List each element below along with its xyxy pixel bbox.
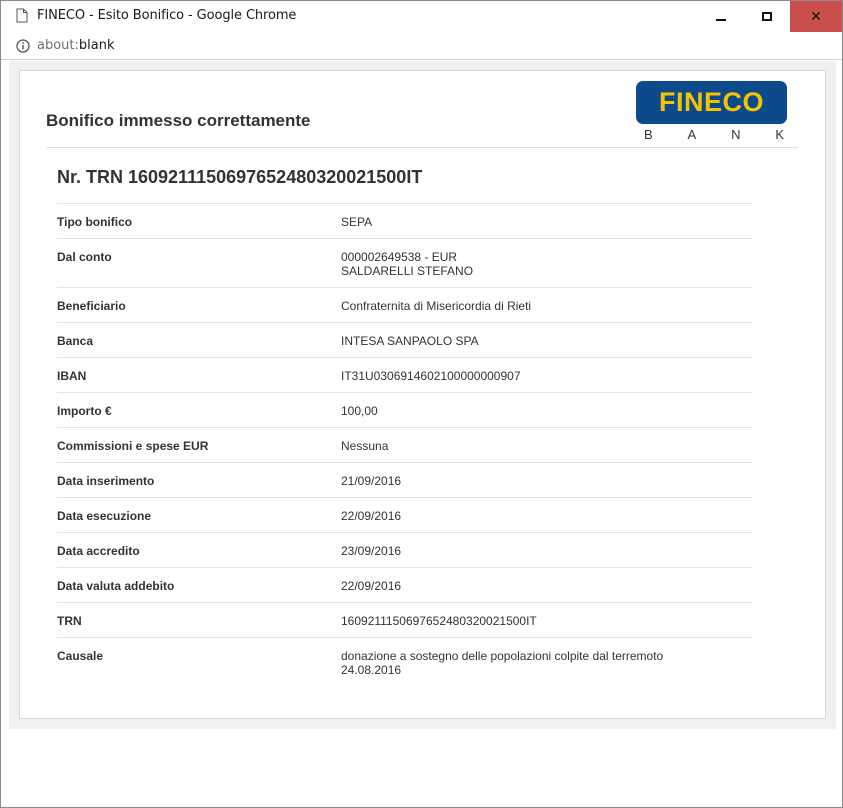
detail-value: Nessuna xyxy=(341,439,389,453)
browser-window: FINECO - Esito Bonifico - Google Chrome … xyxy=(0,0,843,808)
maximize-button[interactable] xyxy=(744,1,790,32)
logo-letter: N xyxy=(731,127,741,142)
url-scheme: about: xyxy=(37,38,79,53)
detail-row: Dal conto 000002649538 - EUR SALDARELLI S… xyxy=(57,238,753,287)
detail-label: TRN xyxy=(57,614,82,628)
detail-row: Beneficiario Confraternita di Misericord… xyxy=(57,287,753,322)
close-button[interactable]: ✕ xyxy=(790,1,842,32)
page-icon xyxy=(16,8,28,23)
minimize-icon xyxy=(716,18,726,21)
detail-row: Causale donazione a sostegno delle popol… xyxy=(57,637,753,686)
detail-value: IT31U0306914602100000000907 xyxy=(341,369,521,383)
trn-heading: Nr. TRN 1609211150697652480320021500IT xyxy=(57,167,423,187)
info-icon[interactable] xyxy=(16,39,30,53)
detail-value: 1609211150697652480320021500IT xyxy=(341,614,537,628)
detail-row: Tipo bonifico SEPA xyxy=(57,203,753,238)
detail-label: Importo € xyxy=(57,404,112,418)
detail-row: Data inserimento 21/09/2016 xyxy=(57,462,753,497)
detail-label: Data esecuzione xyxy=(57,509,152,523)
detail-value: INTESA SANPAOLO SPA xyxy=(341,334,479,348)
logo-letter: K xyxy=(775,127,784,142)
detail-label: Commissioni e spese EUR xyxy=(57,439,209,453)
url-text[interactable]: about:blank xyxy=(37,38,115,53)
transfer-result-panel: Bonifico immesso correttamente FINECO B … xyxy=(19,70,826,719)
page-viewport: Bonifico immesso correttamente FINECO B … xyxy=(9,61,836,801)
detail-label: Beneficiario xyxy=(57,299,126,313)
detail-label: IBAN xyxy=(57,369,87,383)
transfer-details: Tipo bonifico SEPA Dal conto 00000264953… xyxy=(57,203,753,686)
detail-value: 000002649538 - EUR SALDARELLI STEFANO xyxy=(341,250,474,278)
detail-row: Data accredito 23/09/2016 xyxy=(57,532,753,567)
address-bar[interactable]: about:blank xyxy=(1,32,842,60)
detail-label: Banca xyxy=(57,334,94,348)
logo-letter: B xyxy=(644,127,653,142)
detail-row: Commissioni e spese EUR Nessuna xyxy=(57,427,753,462)
detail-value: donazione a sostegno delle popolazioni c… xyxy=(341,649,664,677)
page-title: Bonifico immesso correttamente xyxy=(46,111,311,130)
detail-label: Data inserimento xyxy=(57,474,155,488)
detail-value: 23/09/2016 xyxy=(341,544,402,558)
url-path: blank xyxy=(78,38,115,53)
detail-row: TRN 1609211150697652480320021500IT xyxy=(57,602,753,637)
detail-row: Data valuta addebito 22/09/2016 xyxy=(57,567,753,602)
detail-row: Data esecuzione 22/09/2016 xyxy=(57,497,753,532)
maximize-icon xyxy=(762,12,772,21)
detail-row: IBAN IT31U0306914602100000000907 xyxy=(57,357,753,392)
detail-value: 22/09/2016 xyxy=(341,509,402,523)
window-title: FINECO - Esito Bonifico - Google Chrome xyxy=(37,8,297,23)
detail-value: SEPA xyxy=(341,215,373,229)
detail-label: Data valuta addebito xyxy=(57,579,175,593)
title-bar[interactable]: FINECO - Esito Bonifico - Google Chrome … xyxy=(1,1,842,32)
logo-subtitle: B A N K xyxy=(644,127,784,142)
detail-label: Dal conto xyxy=(57,250,112,264)
minimize-button[interactable] xyxy=(698,1,744,32)
detail-value: 22/09/2016 xyxy=(341,579,402,593)
detail-row: Banca INTESA SANPAOLO SPA xyxy=(57,322,753,357)
logo-letter: A xyxy=(687,127,697,142)
close-icon: ✕ xyxy=(810,8,822,25)
detail-value: 100,00 xyxy=(341,404,378,418)
detail-value: Confraternita di Misericordia di Rieti xyxy=(341,299,532,313)
fineco-bank-logo: FINECO B A N K xyxy=(636,81,787,145)
detail-row: Importo € 100,00 xyxy=(57,392,753,427)
logo-box: FINECO xyxy=(636,81,787,124)
page-footer-area xyxy=(9,729,836,801)
detail-value: 21/09/2016 xyxy=(341,474,402,488)
detail-label: Tipo bonifico xyxy=(57,215,133,229)
detail-label: Causale xyxy=(57,649,104,663)
detail-label: Data accredito xyxy=(57,544,140,558)
logo-word: FINECO xyxy=(658,87,764,117)
divider xyxy=(46,147,798,148)
